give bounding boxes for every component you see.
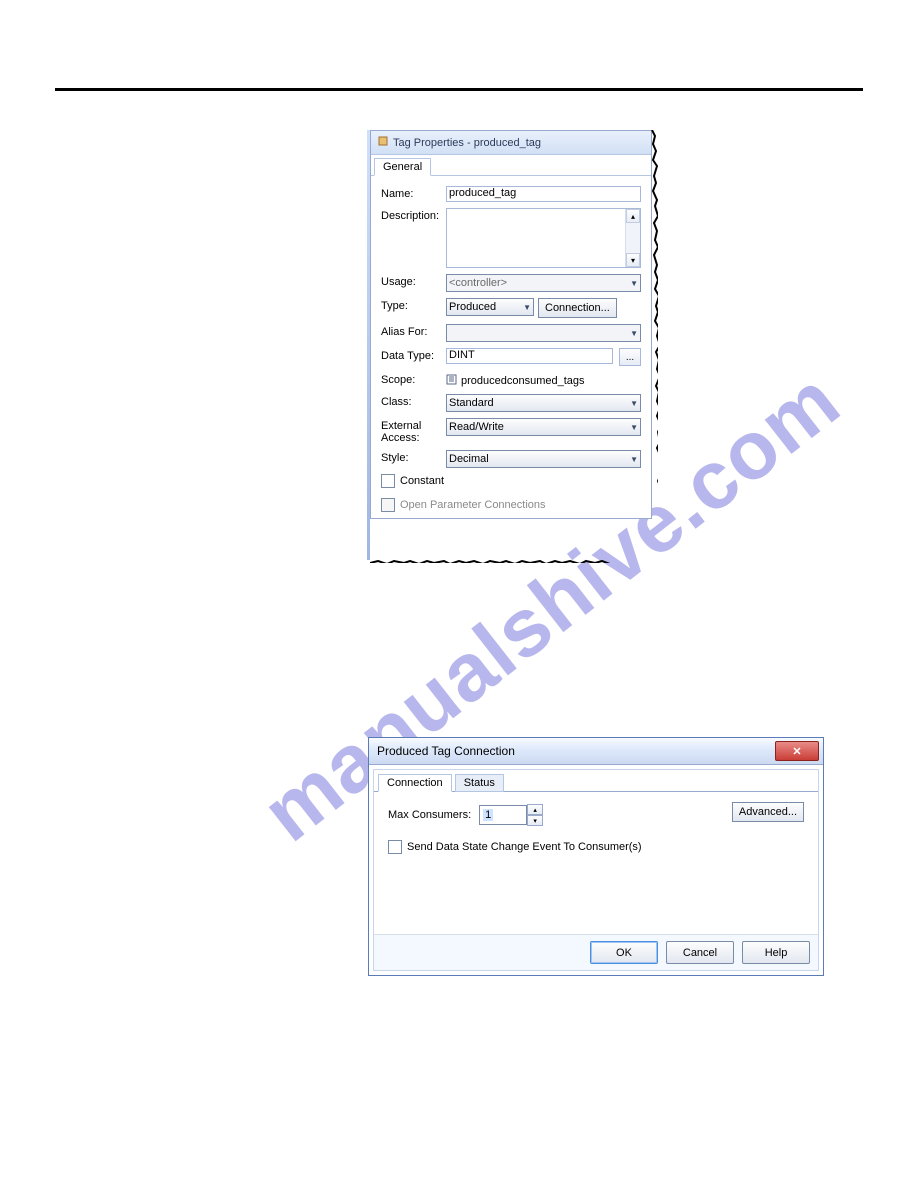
label-type: Type: bbox=[381, 298, 446, 312]
chevron-down-icon: ▼ bbox=[630, 455, 638, 464]
scroll-up-icon[interactable]: ▴ bbox=[626, 209, 640, 223]
connection-button[interactable]: Connection... bbox=[538, 298, 617, 318]
datatype-field[interactable]: DINT bbox=[446, 348, 613, 364]
dialog1-tabrow: General bbox=[371, 155, 651, 176]
row-external-access: External Access: Read/Write ▼ bbox=[381, 418, 641, 444]
spin-up-icon[interactable]: ▴ bbox=[527, 804, 543, 815]
label-alias: Alias For: bbox=[381, 324, 446, 338]
row-usage: Usage: <controller> ▼ bbox=[381, 274, 641, 292]
tab-connection[interactable]: Connection bbox=[378, 774, 452, 792]
send-data-label: Send Data State Change Event To Consumer… bbox=[407, 841, 642, 853]
row-description: Description: ▴ ▾ bbox=[381, 208, 641, 268]
dialog2-tabrow: Connection Status bbox=[374, 770, 818, 792]
chevron-down-icon: ▼ bbox=[630, 423, 638, 432]
dialog2-body: Advanced... Max Consumers: 1 ▴ ▾ Send Da… bbox=[374, 792, 818, 934]
external-access-select[interactable]: Read/Write ▼ bbox=[446, 418, 641, 436]
checkbox-icon bbox=[381, 474, 395, 488]
open-param-label: Open Parameter Connections bbox=[400, 499, 546, 511]
chevron-down-icon: ▼ bbox=[523, 303, 531, 312]
close-button[interactable]: ✕ bbox=[775, 741, 819, 761]
row-datatype: Data Type: DINT ... bbox=[381, 348, 641, 366]
usage-select: <controller> ▼ bbox=[446, 274, 641, 292]
app-icon bbox=[377, 135, 389, 150]
scope-value: producedconsumed_tags bbox=[461, 375, 585, 387]
datatype-browse-button[interactable]: ... bbox=[619, 348, 641, 366]
tab-general[interactable]: General bbox=[374, 158, 431, 176]
usage-value: <controller> bbox=[449, 277, 507, 289]
tag-properties-dialog: Tag Properties - produced_tag General Na… bbox=[370, 130, 652, 519]
chevron-down-icon: ▼ bbox=[630, 399, 638, 408]
max-consumers-value[interactable]: 1 bbox=[479, 805, 527, 825]
label-name: Name: bbox=[381, 186, 446, 200]
tab-status[interactable]: Status bbox=[455, 774, 504, 792]
advanced-button[interactable]: Advanced... bbox=[732, 802, 804, 822]
scope-icon bbox=[446, 374, 457, 388]
label-description: Description: bbox=[381, 208, 446, 222]
checkbox-icon bbox=[381, 498, 395, 512]
label-class: Class: bbox=[381, 394, 446, 408]
name-field[interactable]: produced_tag bbox=[446, 186, 641, 202]
class-select[interactable]: Standard ▼ bbox=[446, 394, 641, 412]
row-name: Name: produced_tag bbox=[381, 186, 641, 202]
dialog2-title: Produced Tag Connection bbox=[377, 744, 515, 758]
row-type: Type: Produced ▼ Connection... bbox=[381, 298, 641, 318]
style-value: Decimal bbox=[449, 453, 489, 465]
constant-label: Constant bbox=[400, 475, 444, 487]
constant-checkbox[interactable]: Constant bbox=[381, 474, 641, 488]
row-style: Style: Decimal ▼ bbox=[381, 450, 641, 468]
dialog1-body: Name: produced_tag Description: ▴ ▾ Usag… bbox=[371, 176, 651, 518]
external-access-value: Read/Write bbox=[449, 421, 504, 433]
description-field[interactable]: ▴ ▾ bbox=[446, 208, 641, 268]
row-alias: Alias For: ▼ bbox=[381, 324, 641, 342]
label-external-access: External Access: bbox=[381, 418, 446, 444]
style-select[interactable]: Decimal ▼ bbox=[446, 450, 641, 468]
produced-tag-connection-dialog: Produced Tag Connection ✕ Connection Sta… bbox=[368, 737, 824, 976]
class-value: Standard bbox=[449, 397, 494, 409]
torn-edge-right bbox=[650, 130, 658, 560]
type-select[interactable]: Produced ▼ bbox=[446, 298, 534, 316]
label-style: Style: bbox=[381, 450, 446, 464]
alias-select: ▼ bbox=[446, 324, 641, 342]
max-consumers-stepper[interactable]: 1 ▴ ▾ bbox=[479, 804, 543, 826]
close-icon: ✕ bbox=[792, 745, 801, 758]
label-usage: Usage: bbox=[381, 274, 446, 288]
label-max-consumers: Max Consumers: bbox=[388, 809, 471, 821]
label-datatype: Data Type: bbox=[381, 348, 446, 362]
chevron-down-icon: ▼ bbox=[630, 279, 638, 288]
scrollbar[interactable]: ▴ ▾ bbox=[625, 209, 640, 267]
row-class: Class: Standard ▼ bbox=[381, 394, 641, 412]
spin-down-icon[interactable]: ▾ bbox=[527, 815, 543, 826]
checkbox-icon bbox=[388, 840, 402, 854]
open-param-checkbox: Open Parameter Connections bbox=[381, 498, 641, 512]
dialog1-titlebar: Tag Properties - produced_tag bbox=[371, 131, 651, 155]
cancel-button[interactable]: Cancel bbox=[666, 941, 734, 964]
ok-button[interactable]: OK bbox=[590, 941, 658, 964]
label-scope: Scope: bbox=[381, 372, 446, 386]
scroll-down-icon[interactable]: ▾ bbox=[626, 253, 640, 267]
help-button[interactable]: Help bbox=[742, 941, 810, 964]
dialog2-titlebar: Produced Tag Connection ✕ bbox=[369, 738, 823, 765]
page-divider bbox=[55, 88, 863, 91]
torn-edge-bottom bbox=[370, 557, 653, 563]
send-data-checkbox[interactable]: Send Data State Change Event To Consumer… bbox=[388, 840, 804, 854]
type-value: Produced bbox=[449, 301, 496, 313]
dialog2-frame: Connection Status Advanced... Max Consum… bbox=[373, 769, 819, 971]
row-scope: Scope: producedconsumed_tags bbox=[381, 372, 641, 388]
chevron-down-icon: ▼ bbox=[630, 329, 638, 338]
dialog2-button-row: OK Cancel Help bbox=[374, 934, 818, 970]
dialog1-title: Tag Properties - produced_tag bbox=[393, 137, 541, 149]
